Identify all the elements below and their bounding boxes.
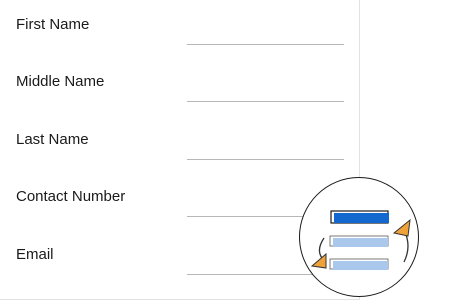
last-name-row: Last Name (0, 115, 359, 172)
reorder-badge (299, 177, 419, 297)
last-name-label: Last Name (16, 131, 89, 148)
app-stage: First Name Middle Name Last Name Contact… (0, 0, 450, 301)
reorder-list-icon (310, 210, 411, 270)
first-name-label: First Name (16, 16, 90, 33)
first-name-field[interactable] (187, 28, 344, 45)
email-label: Email (16, 246, 54, 263)
first-name-row: First Name (0, 0, 359, 57)
middle-row-fill (333, 238, 388, 247)
middle-name-label: Middle Name (16, 73, 105, 90)
up-arrow-head (392, 218, 411, 237)
contact-number-label: Contact Number (16, 188, 126, 205)
bottom-row-fill (333, 261, 388, 270)
down-arrow-head (310, 252, 327, 269)
down-arrow-curve (318, 237, 325, 259)
last-name-field[interactable] (187, 143, 344, 160)
middle-name-row: Middle Name (0, 57, 359, 114)
active-row-fill (334, 213, 389, 223)
middle-name-field[interactable] (187, 85, 344, 102)
